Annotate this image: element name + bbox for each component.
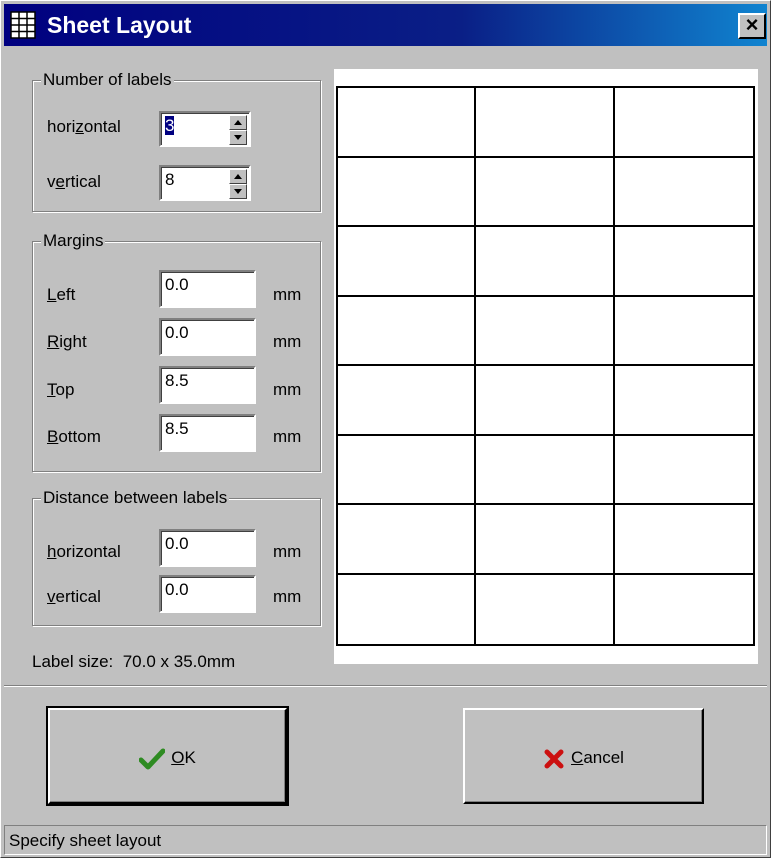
label-cell bbox=[338, 296, 477, 366]
distance-legend: Distance between labels bbox=[41, 488, 230, 508]
checkmark-icon bbox=[138, 748, 166, 770]
label-cell bbox=[476, 296, 615, 366]
label-cell bbox=[338, 435, 477, 505]
label-cell bbox=[338, 505, 477, 575]
sheet-preview bbox=[334, 69, 758, 664]
label-cell bbox=[614, 436, 753, 505]
margin-top-label: Top bbox=[47, 380, 75, 399]
margin-bottom-unit: mm bbox=[273, 427, 302, 446]
label-cell bbox=[338, 227, 477, 297]
margin-right-unit: mm bbox=[273, 332, 302, 351]
label-cell bbox=[614, 297, 753, 366]
labels-vertical-spinner[interactable]: 8 bbox=[159, 165, 251, 201]
distance-horizontal-unit: mm bbox=[273, 542, 302, 561]
label-cell bbox=[614, 505, 753, 575]
margin-top-input[interactable]: 8.5 bbox=[159, 366, 256, 404]
cancel-button-content: Cancel bbox=[465, 746, 702, 770]
label-size-text: Label size: 70.0 x 35.0mm bbox=[32, 652, 236, 671]
margin-left-label: Left bbox=[47, 285, 76, 304]
close-button[interactable]: × bbox=[738, 13, 766, 39]
label-cell bbox=[338, 574, 477, 644]
x-icon bbox=[544, 749, 564, 769]
label-cell bbox=[614, 366, 753, 436]
labels-vertical-spin[interactable] bbox=[229, 169, 247, 199]
label-cell bbox=[476, 435, 615, 505]
label-cell bbox=[614, 88, 753, 158]
ok-button-content: OK bbox=[50, 746, 285, 770]
labels-horizontal-label: horizontal bbox=[47, 117, 121, 136]
label-cell bbox=[476, 157, 615, 227]
margin-left-unit: mm bbox=[273, 285, 302, 304]
number-of-labels-group: Number of labels horizontal 3 vertical 8 bbox=[32, 70, 321, 212]
sheet-layout-dialog: Sheet Layout × Number of labels horizont… bbox=[0, 0, 771, 858]
status-text: Specify sheet layout bbox=[9, 831, 162, 850]
ok-button[interactable]: OK bbox=[46, 706, 289, 806]
arrow-down-icon bbox=[234, 189, 242, 194]
labels-horizontal-spinner[interactable]: 3 bbox=[159, 111, 251, 147]
label-cell bbox=[476, 88, 615, 158]
arrow-up-icon bbox=[234, 174, 242, 179]
separator bbox=[4, 685, 767, 687]
distance-group: Distance between labels horizontal 0.0 m… bbox=[32, 488, 321, 626]
labels-vertical-label: vertical bbox=[47, 172, 101, 191]
window-title: Sheet Layout bbox=[47, 12, 192, 38]
margins-group: Margins Left 0.0 mm Right 0.0 mm Top 8.5… bbox=[32, 231, 321, 472]
label-cell bbox=[338, 366, 477, 436]
margin-bottom-label: Bottom bbox=[47, 427, 101, 446]
labels-horizontal-spin[interactable] bbox=[229, 115, 247, 145]
distance-horizontal-input[interactable]: 0.0 bbox=[159, 529, 256, 567]
margin-right-label: Right bbox=[47, 332, 87, 351]
arrow-down-icon bbox=[234, 135, 242, 140]
label-cell bbox=[338, 88, 477, 158]
label-cell bbox=[476, 227, 615, 297]
distance-vertical-input[interactable]: 0.0 bbox=[159, 575, 256, 613]
distance-horizontal-label: horizontal bbox=[47, 542, 121, 561]
spin-up-button[interactable] bbox=[229, 169, 247, 184]
close-icon: × bbox=[745, 12, 759, 37]
margin-top-unit: mm bbox=[273, 380, 302, 399]
grid-icon bbox=[10, 11, 36, 39]
label-cell bbox=[476, 574, 615, 644]
status-bar: Specify sheet layout bbox=[4, 825, 767, 855]
label-cell bbox=[615, 575, 753, 645]
spin-down-button[interactable] bbox=[229, 184, 247, 199]
arrow-up-icon bbox=[234, 120, 242, 125]
distance-vertical-label: vertical bbox=[47, 587, 101, 606]
label-cell bbox=[614, 227, 753, 297]
number-of-labels-legend: Number of labels bbox=[41, 70, 174, 90]
labels-horizontal-value[interactable]: 3 bbox=[165, 116, 175, 135]
label-cell bbox=[476, 366, 615, 436]
labels-vertical-value[interactable]: 8 bbox=[165, 170, 174, 189]
title-bar: Sheet Layout × bbox=[4, 4, 767, 46]
cancel-button[interactable]: Cancel bbox=[463, 708, 704, 804]
spin-down-button[interactable] bbox=[229, 130, 247, 145]
margins-legend: Margins bbox=[41, 231, 106, 251]
label-cell bbox=[476, 505, 615, 575]
label-cell bbox=[338, 157, 477, 227]
spin-up-button[interactable] bbox=[229, 115, 247, 130]
sheet-grid bbox=[336, 86, 755, 646]
margin-bottom-input[interactable]: 8.5 bbox=[159, 414, 256, 452]
distance-vertical-unit: mm bbox=[273, 587, 302, 606]
margin-left-input[interactable]: 0.0 bbox=[159, 270, 256, 308]
margin-right-input[interactable]: 0.0 bbox=[159, 318, 256, 356]
label-cell bbox=[614, 158, 753, 227]
